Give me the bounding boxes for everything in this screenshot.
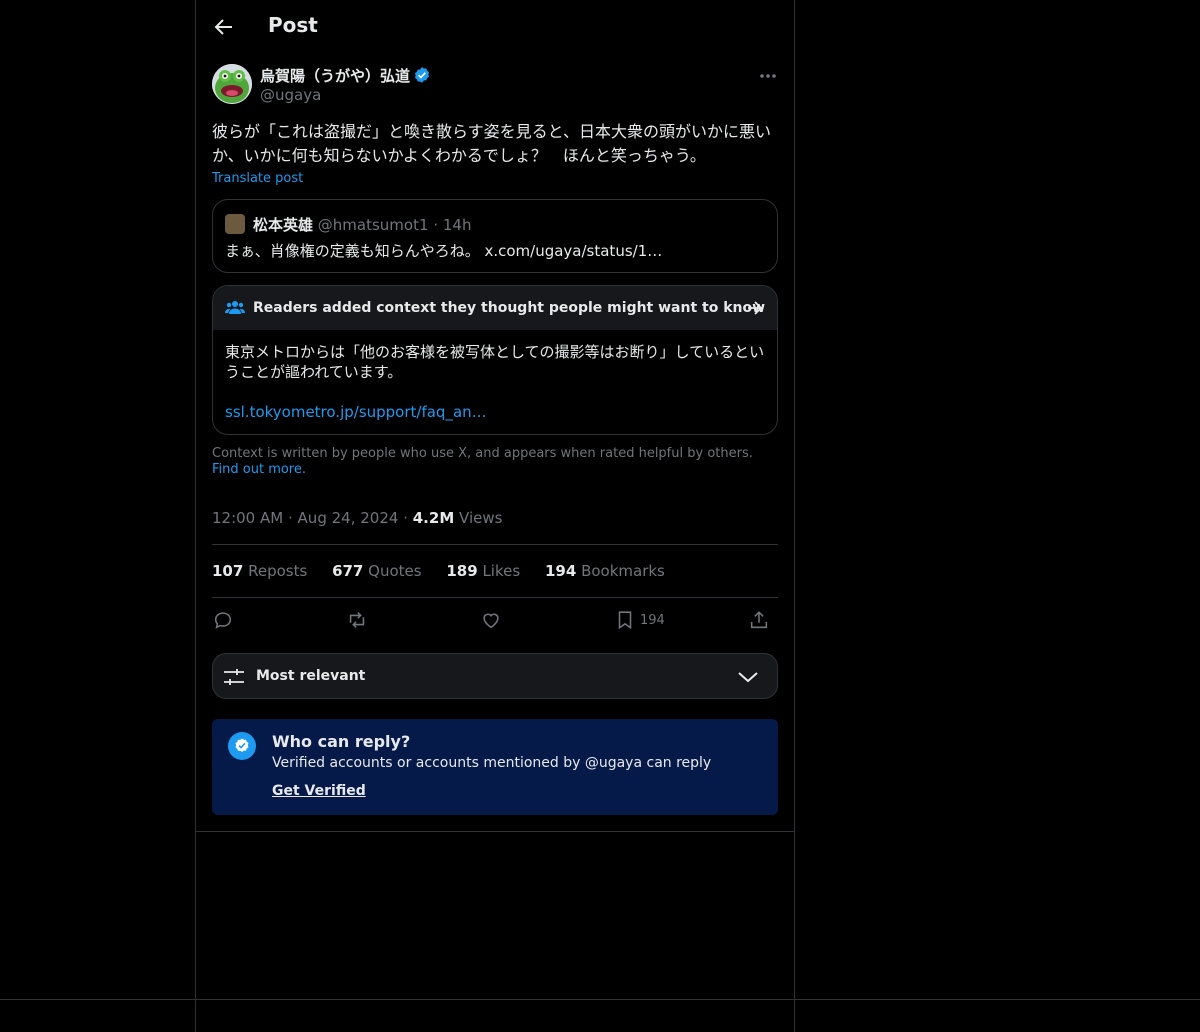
people-icon [225, 301, 245, 314]
verified-circle-icon [228, 732, 256, 760]
bookmark-icon [618, 611, 632, 630]
main-column: Post 烏賀陽（うがや）弘道 @ugaya 彼らが「これは盗撮だ」と喚き散らす… [195, 0, 795, 1032]
sliders-icon [224, 669, 244, 685]
post-date[interactable]: Aug 24, 2024 [298, 509, 399, 527]
views-label: Views [459, 509, 503, 527]
stat-count: 677 [332, 562, 364, 580]
author-name-text: 烏賀陽（うがや）弘道 [260, 67, 411, 85]
views-count: 4.2M [412, 509, 455, 527]
quoted-post[interactable]: 松本英雄 @hmatsumot1 · 14h まぁ、肖像権の定義も知らんやろね。… [212, 199, 778, 273]
section-divider [196, 831, 794, 832]
avatar[interactable] [212, 64, 252, 104]
bookmark-count: 194 [640, 613, 665, 628]
more-icon [760, 74, 776, 78]
post-header: Post [196, 0, 794, 54]
chevron-down-icon [738, 672, 758, 683]
meta-dot: · [403, 509, 408, 527]
share-icon [750, 611, 768, 629]
bookmark-button[interactable]: 194 [614, 609, 674, 633]
translate-post-link[interactable]: Translate post [212, 171, 303, 186]
meta-dot: · [287, 509, 293, 527]
post-meta: 12:00 AM · Aug 24, 2024 · 4.2M Views [212, 509, 502, 527]
reply-restriction-title: Who can reply? [272, 732, 411, 751]
stat-quotes[interactable]: 677 Quotes [332, 562, 422, 580]
repost-button[interactable] [346, 609, 368, 633]
quote-header: 松本英雄 @hmatsumot1 · 14h [253, 214, 471, 235]
stat-likes[interactable]: 189 Likes [446, 562, 520, 580]
like-button[interactable] [480, 609, 502, 633]
community-note-body: 東京メトロからは「他のお客様を被写体としての撮影等はお断り」しているということが… [225, 343, 765, 381]
divider [212, 544, 778, 545]
reply-button[interactable] [212, 609, 234, 633]
quote-avatar [225, 214, 245, 234]
avatar-image [212, 64, 252, 104]
repost-icon [349, 612, 365, 628]
author-name[interactable]: 烏賀陽（うがや）弘道 [260, 65, 431, 86]
community-note: Readers added context they thought peopl… [212, 285, 778, 435]
find-out-more-link[interactable]: Find out more. [212, 462, 306, 477]
stat-count: 107 [212, 562, 244, 580]
stat-label: Likes [482, 562, 521, 580]
share-button[interactable] [748, 609, 770, 633]
quote-text: まぁ、肖像権の定義も知らんやろね。 x.com/ugaya/status/1… [225, 242, 663, 260]
stat-bookmarks[interactable]: 194 Bookmarks [545, 562, 665, 580]
back-button[interactable] [212, 15, 236, 39]
reply-restriction-banner: Who can reply? Verified accounts or acco… [212, 719, 778, 815]
engagement-stats: 107 Reposts 677 Quotes 189 Likes 194 Boo… [212, 562, 685, 580]
reply-sort-dropdown[interactable]: Most relevant [212, 653, 778, 699]
stat-label: Quotes [368, 562, 422, 580]
get-verified-link[interactable]: Get Verified [272, 783, 366, 799]
community-note-link[interactable]: ssl.tokyometro.jp/support/faq_an… [225, 403, 487, 421]
arrow-left-icon [214, 19, 232, 35]
divider [212, 597, 778, 598]
post-text: 彼らが「これは盗撮だ」と喚き散らす姿を見ると、日本大衆の頭がいかに悪いか、いかに… [212, 122, 772, 165]
page-title: Post [268, 13, 318, 37]
reply-restriction-description: Verified accounts or accounts mentioned … [272, 755, 712, 771]
more-button[interactable] [758, 66, 778, 86]
action-bar: 194 [212, 609, 778, 635]
heart-icon [483, 613, 499, 629]
community-note-header[interactable]: Readers added context they thought peopl… [213, 286, 777, 330]
quote-time: 14h [442, 216, 472, 234]
stat-count: 194 [544, 562, 577, 580]
context-footer: Context is written by people who use X, … [212, 446, 778, 478]
community-note-title: Readers added context they thought peopl… [253, 300, 766, 316]
post-author: 烏賀陽（うがや）弘道 @ugaya [212, 64, 778, 108]
post-time[interactable]: 12:00 AM [212, 509, 283, 527]
arrow-right-icon[interactable] [745, 298, 765, 318]
context-footer-text: Context is written by people who use X, … [212, 446, 753, 461]
reply-icon [214, 612, 232, 629]
quote-author-handle: @hmatsumot1 [317, 216, 429, 234]
sort-label: Most relevant [256, 668, 366, 684]
stat-reposts[interactable]: 107 Reposts [212, 562, 307, 580]
quote-author-name: 松本英雄 [253, 216, 314, 234]
quote-separator: · [433, 216, 439, 234]
stat-label: Bookmarks [581, 562, 665, 580]
stat-label: Reposts [248, 562, 308, 580]
stat-count: 189 [446, 562, 478, 580]
verified-badge-icon [235, 738, 249, 752]
verified-badge-icon [414, 67, 430, 83]
author-handle[interactable]: @ugaya [260, 86, 321, 104]
